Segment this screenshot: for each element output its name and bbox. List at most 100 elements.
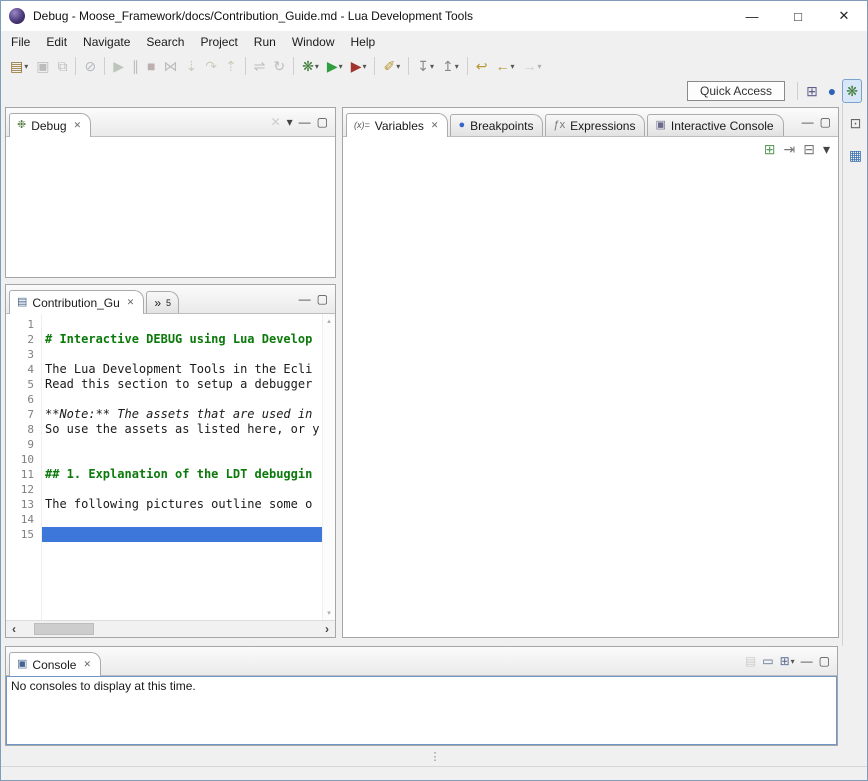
- show-logical-structure-icon[interactable]: ⇥: [780, 137, 800, 161]
- editor-line-10[interactable]: [42, 452, 322, 467]
- maximize-right-view-icon[interactable]: ▢: [817, 112, 834, 132]
- menu-navigate[interactable]: Navigate: [75, 33, 138, 51]
- tab-breakpoints[interactable]: ●Breakpoints: [450, 114, 543, 136]
- debug-perspective-icon[interactable]: ❋: [842, 79, 862, 103]
- breakpoints-view-icon: ●: [458, 120, 465, 131]
- editor-line-14[interactable]: [42, 512, 322, 527]
- editor-line-11[interactable]: ## 1. Explanation of the LDT debuggin: [42, 467, 322, 482]
- show-type-names-icon[interactable]: ⊞: [760, 137, 780, 161]
- restore-view-icon[interactable]: ⊡: [846, 111, 866, 135]
- line-number: 12: [6, 482, 34, 497]
- dropdown-arrow-icon[interactable]: ▾: [791, 657, 795, 666]
- maximize-window-button[interactable]: □: [775, 1, 821, 31]
- minimize-window-button[interactable]: —: [729, 1, 775, 31]
- scroll-up-icon[interactable]: ▴: [327, 317, 331, 325]
- dropdown-arrow-icon[interactable]: ▾: [510, 62, 514, 71]
- tab-variables[interactable]: (x)=Variables✕: [346, 113, 448, 137]
- scroll-right-icon[interactable]: ›: [319, 623, 335, 635]
- editor-vertical-scrollbar[interactable]: ▴ ▾: [322, 314, 335, 620]
- close-tab-icon[interactable]: ✕: [431, 120, 439, 131]
- back-icon[interactable]: ←▾: [491, 54, 518, 78]
- dropdown-arrow-icon[interactable]: ▾: [339, 62, 343, 71]
- debug-icon[interactable]: ❋▾: [298, 54, 323, 78]
- next-annotation-icon[interactable]: ↧▾: [413, 54, 438, 78]
- expressions-view-icon: ƒx: [553, 120, 565, 131]
- dropdown-arrow-icon[interactable]: ▾: [396, 62, 400, 71]
- editor-line-8[interactable]: So use the assets as listed here, or y: [42, 422, 322, 437]
- open-perspective-icon[interactable]: ⊞: [802, 79, 822, 103]
- scroll-down-icon[interactable]: ▾: [327, 609, 331, 617]
- minimize-debug-view-icon[interactable]: —: [296, 112, 314, 132]
- minimize-console-icon[interactable]: —: [798, 651, 816, 671]
- toolbar-separator: [104, 57, 105, 75]
- dropdown-arrow-icon[interactable]: ▾: [430, 62, 434, 71]
- dropdown-arrow-icon[interactable]: ▾: [315, 62, 319, 71]
- open-element-icon[interactable]: ✐▾: [379, 54, 404, 78]
- close-tab-icon[interactable]: ✕: [83, 659, 91, 670]
- dropdown-arrow-icon[interactable]: ▾: [362, 62, 366, 71]
- debug-view-menu-icon[interactable]: ▾: [284, 112, 296, 132]
- minimize-editor-area-icon[interactable]: —: [296, 289, 314, 309]
- sash-drag-handle[interactable]: ⋮: [430, 750, 441, 763]
- scroll-left-icon[interactable]: ‹: [6, 623, 22, 635]
- menu-run[interactable]: Run: [246, 33, 284, 51]
- last-edit-location-icon[interactable]: ↩: [472, 54, 492, 78]
- tab-contribution-guide[interactable]: ▤ Contribution_Gu ✕: [9, 290, 144, 314]
- close-tab-icon[interactable]: ✕: [74, 120, 82, 131]
- minimized-view-icon[interactable]: ▦: [845, 143, 866, 167]
- menu-help[interactable]: Help: [343, 33, 384, 51]
- bottom-sash[interactable]: ⋮: [1, 746, 868, 766]
- tab-debug[interactable]: ❉ Debug ✕: [9, 113, 91, 137]
- open-console-icon[interactable]: ⊞▾: [777, 651, 798, 671]
- variables-view-menu-icon[interactable]: ▾: [819, 137, 834, 161]
- editor-overflow-tab[interactable]: »5: [146, 291, 179, 313]
- editor-line-15[interactable]: [42, 527, 322, 542]
- editor-line-3[interactable]: [42, 347, 322, 362]
- dropdown-arrow-icon[interactable]: ▾: [537, 62, 541, 71]
- new-icon[interactable]: ▤▾: [6, 54, 32, 78]
- tab-label: Expressions: [570, 119, 635, 133]
- debug-view-content[interactable]: [6, 137, 335, 277]
- editor-line-6[interactable]: [42, 392, 322, 407]
- variables-tree[interactable]: [343, 161, 838, 637]
- maximize-editor-area-icon[interactable]: ▢: [314, 289, 331, 309]
- tab-console[interactable]: ▣ Console ✕: [9, 652, 101, 676]
- tab-expressions[interactable]: ƒx Expressions: [545, 114, 645, 136]
- editor-line-12[interactable]: [42, 482, 322, 497]
- tab-interactive-console[interactable]: ▣Interactive Console: [647, 114, 783, 136]
- editor-line-13[interactable]: The following pictures outline some o: [42, 497, 322, 512]
- maximize-console-icon[interactable]: ▢: [816, 651, 833, 671]
- editor-horizontal-scrollbar[interactable]: ‹ ›: [6, 620, 335, 637]
- close-window-button[interactable]: ✕: [821, 1, 867, 31]
- window-title: Debug - Moose_Framework/docs/Contributio…: [33, 9, 473, 23]
- editor-line-7[interactable]: **Note:** The assets that are used in: [42, 407, 322, 422]
- dropdown-arrow-icon[interactable]: ▾: [455, 62, 459, 71]
- external-tools-icon[interactable]: ▶▾: [347, 54, 371, 78]
- editor-code[interactable]: # Interactive DEBUG using Lua Develop The…: [42, 314, 322, 620]
- editor-line-9[interactable]: [42, 437, 322, 452]
- editor-line-1[interactable]: [42, 317, 322, 332]
- run-icon[interactable]: ▶▾: [323, 54, 347, 78]
- display-selected-console-icon[interactable]: ▭: [759, 651, 776, 671]
- menu-edit[interactable]: Edit: [38, 33, 75, 51]
- quick-access-box[interactable]: Quick Access: [687, 81, 785, 101]
- menu-project[interactable]: Project: [192, 33, 245, 51]
- close-tab-icon[interactable]: ✕: [127, 297, 135, 308]
- lua-perspective-icon[interactable]: ●: [824, 79, 840, 103]
- menu-window[interactable]: Window: [284, 33, 343, 51]
- maximize-debug-view-icon[interactable]: ▢: [314, 112, 331, 132]
- editor-line-4[interactable]: The Lua Development Tools in the Ecli: [42, 362, 322, 377]
- dropdown-arrow-icon[interactable]: ▾: [24, 62, 28, 71]
- menu-search[interactable]: Search: [138, 33, 192, 51]
- previous-annotation-icon[interactable]: ↥▾: [438, 54, 463, 78]
- console-content[interactable]: No consoles to display at this time.: [6, 676, 837, 745]
- editor-line-5[interactable]: Read this section to setup a debugger: [42, 377, 322, 392]
- scrollbar-thumb[interactable]: [34, 623, 94, 635]
- maximize-console-glyph: ▢: [819, 655, 830, 667]
- line-number: 1: [6, 317, 34, 332]
- minimize-right-view-icon[interactable]: —: [799, 112, 817, 132]
- editor-header: ▤ Contribution_Gu ✕ »5 —▢: [6, 285, 335, 314]
- menu-file[interactable]: File: [3, 33, 38, 51]
- editor-line-2[interactable]: # Interactive DEBUG using Lua Develop: [42, 332, 322, 347]
- collapse-all-icon[interactable]: ⊟: [799, 137, 819, 161]
